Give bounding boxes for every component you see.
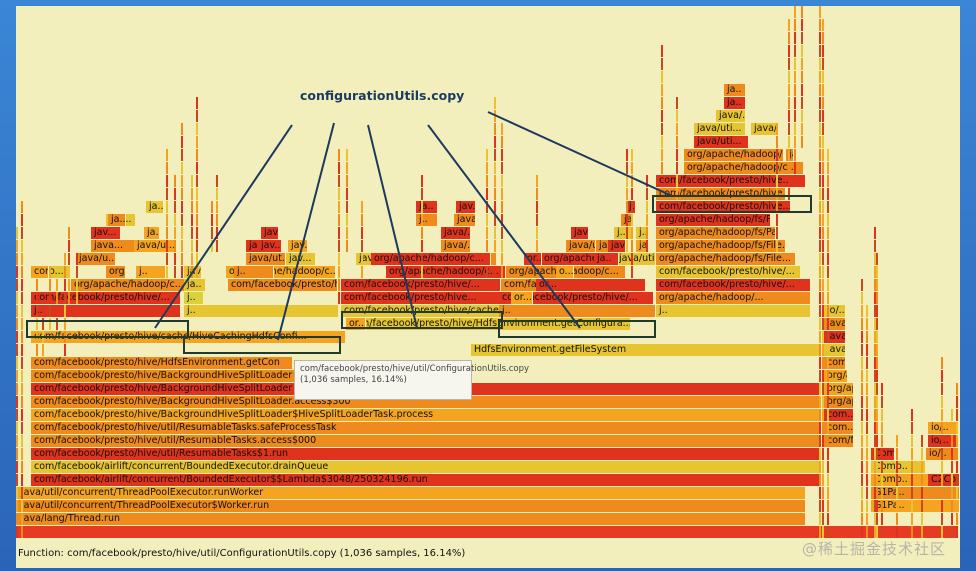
annotation-arrows	[154, 111, 673, 341]
arrow-line	[367, 124, 418, 329]
arrow-line	[487, 111, 673, 197]
page-background: java/lang/Thread.run java/util/concurrent…	[0, 0, 976, 571]
arrow-line	[154, 124, 293, 329]
annotation-title: configurationUtils.copy	[300, 88, 465, 103]
arrow-line	[277, 122, 335, 341]
arrow-line	[427, 124, 581, 329]
